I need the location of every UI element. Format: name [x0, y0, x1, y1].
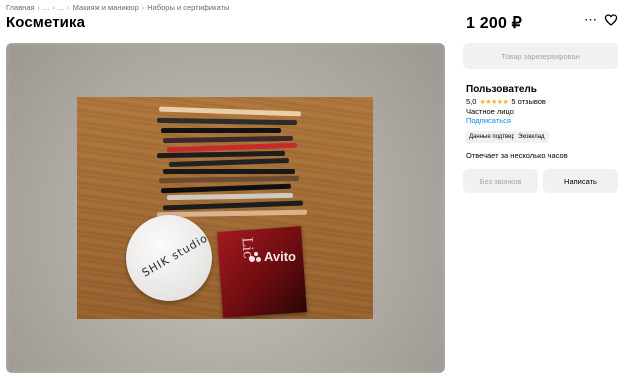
image-gallery[interactable]: SHIK studio Lic Avito: [6, 43, 445, 373]
avito-watermark: Avito: [248, 249, 296, 264]
breadcrumb-collapsed-2[interactable]: ...: [58, 3, 64, 12]
compact-brand: SHIK studio: [139, 231, 211, 280]
breadcrumb-collapsed-1[interactable]: ...: [43, 3, 49, 12]
breadcrumb-separator: ›: [37, 3, 41, 12]
reviews-link[interactable]: 5 отзывов: [511, 97, 546, 106]
response-time: Отвечает за несколько часов: [466, 151, 568, 160]
product-photo[interactable]: SHIK studio Lic Avito: [77, 97, 373, 319]
breadcrumb-makeup[interactable]: Макияж и маникюр: [73, 3, 139, 12]
seller-type: Частное лицо: [466, 107, 514, 116]
rating-stars-icon: ★★★★★: [479, 98, 509, 106]
write-button[interactable]: Написать: [543, 169, 618, 193]
more-icon[interactable]: ⋯: [584, 13, 598, 27]
avito-logo-icon: [248, 251, 261, 262]
price: 1 200 ₽: [466, 15, 523, 32]
breadcrumb-separator: ›: [67, 3, 70, 12]
eyeshadow-palette: Lic: [217, 226, 307, 318]
breadcrumb-home[interactable]: Главная: [6, 3, 35, 12]
pencil: [161, 128, 281, 133]
badge-eco: Эковклад: [514, 131, 549, 143]
no-calls-button[interactable]: Без звонков: [463, 169, 538, 193]
seller-rating: 5,0 ★★★★★ 5 отзывов: [466, 97, 546, 106]
seller-name[interactable]: Пользователь: [466, 84, 537, 95]
heart-icon[interactable]: [604, 13, 618, 27]
breadcrumb: Главная › ... › ... › Макияж и маникюр ›…: [6, 3, 229, 12]
breadcrumb-separator: ›: [52, 3, 55, 12]
breadcrumb-separator: ›: [141, 3, 145, 12]
reserved-button[interactable]: Товар зарезервирован: [463, 43, 618, 69]
pencil: [163, 169, 295, 174]
page-title: Косметика: [6, 14, 86, 31]
watermark-text: Avito: [263, 249, 296, 264]
rating-value: 5,0: [466, 97, 477, 106]
subscribe-link[interactable]: Подписаться: [466, 116, 511, 125]
breadcrumb-sets[interactable]: Наборы и сертификаты: [147, 3, 229, 12]
compact-case: SHIK studio: [126, 215, 212, 301]
